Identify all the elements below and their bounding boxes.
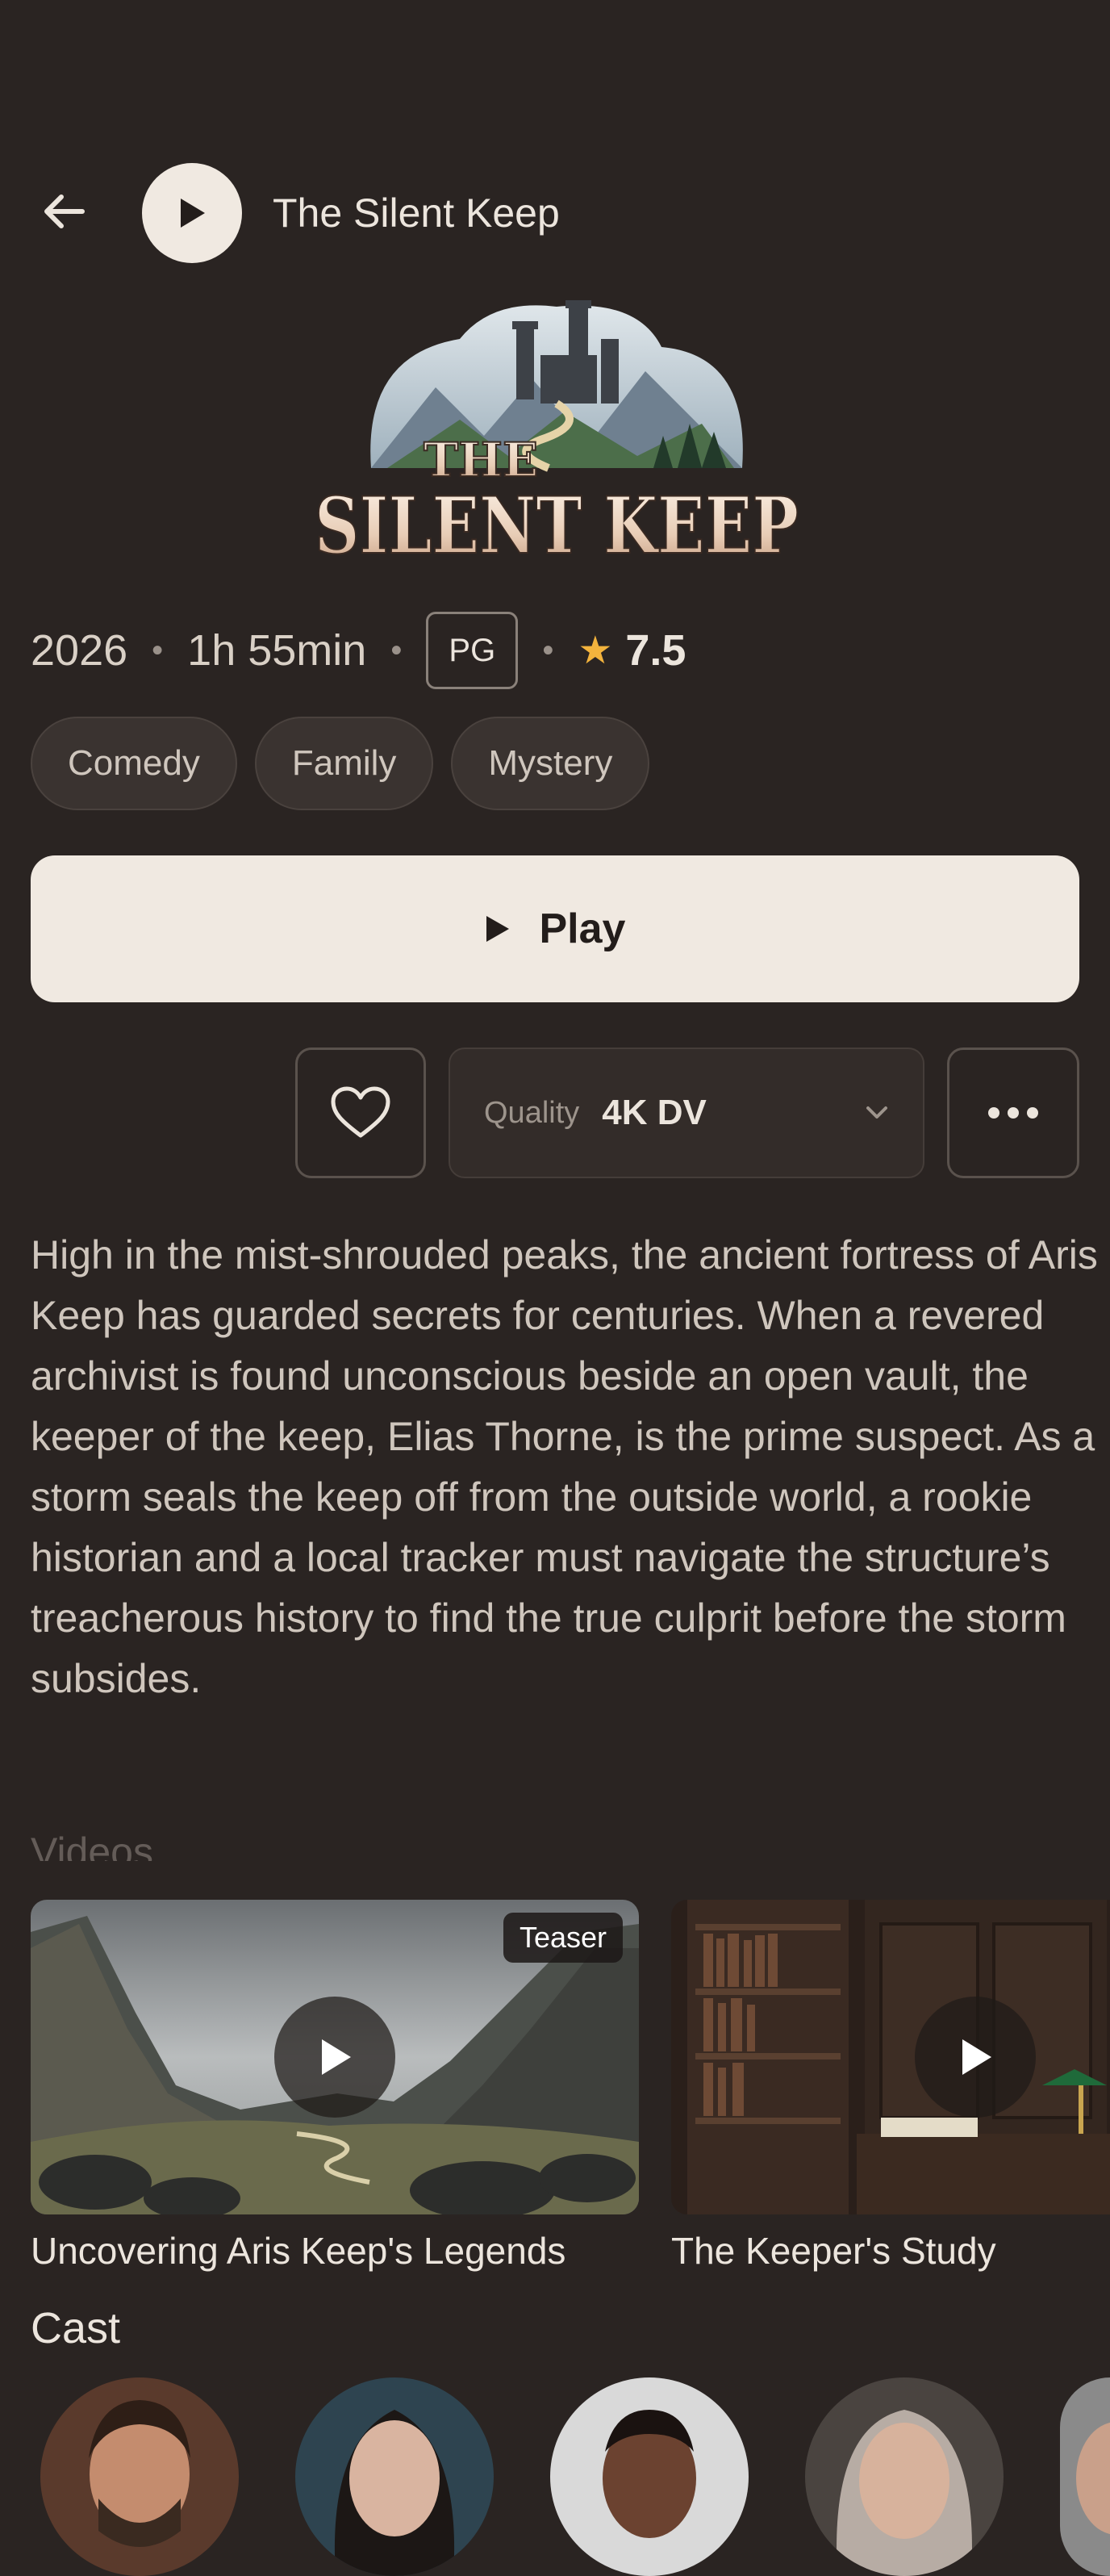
play-button[interactable]: Play <box>31 855 1079 1002</box>
meta-row: 2026 • 1h 55min • PG • ★ 7.5 <box>31 610 686 691</box>
quality-label: Quality <box>484 1095 580 1130</box>
svg-text:THE: THE <box>424 433 538 487</box>
video-thumbnail <box>671 1900 1110 2214</box>
separator-dot: • <box>390 632 403 668</box>
release-year: 2026 <box>31 626 128 675</box>
video-play-button[interactable] <box>274 1997 395 2118</box>
quality-select[interactable]: Quality 4K DV <box>449 1048 924 1178</box>
quality-value: 4K DV <box>602 1093 707 1132</box>
teaser-badge: Teaser <box>503 1913 623 1963</box>
play-button-label: Play <box>539 905 626 952</box>
cast-avatar[interactable] <box>295 2377 494 2576</box>
user-score: 7.5 <box>625 626 686 675</box>
cast-avatar[interactable] <box>550 2377 749 2576</box>
cast-avatar[interactable] <box>1060 2377 1110 2576</box>
cast-avatar[interactable] <box>805 2377 1004 2576</box>
video-title[interactable]: The Keeper's Study <box>671 2229 996 2273</box>
cast-photo <box>550 2377 749 2576</box>
separator-dot: • <box>152 632 164 668</box>
genre-chip-family[interactable]: Family <box>254 717 434 810</box>
arrow-left-icon <box>44 194 85 228</box>
genre-list: Comedy Family Mystery <box>31 717 650 810</box>
more-options-button[interactable] <box>947 1048 1079 1178</box>
star-icon: ★ <box>578 629 613 672</box>
play-icon <box>486 916 509 942</box>
separator-dot: • <box>542 632 554 668</box>
back-button[interactable] <box>32 179 97 244</box>
videos-heading: Videos <box>31 1830 153 1861</box>
content-rating-badge: PG <box>426 612 519 689</box>
play-icon <box>181 199 205 228</box>
genre-chip-mystery[interactable]: Mystery <box>451 717 650 810</box>
cast-heading: Cast <box>31 2304 121 2352</box>
cast-photo <box>40 2377 239 2576</box>
cast-avatar[interactable] <box>40 2377 239 2576</box>
synopsis: High in the mist-shrouded peaks, the anc… <box>31 1232 1098 1701</box>
play-icon <box>962 2039 991 2075</box>
svg-text:SILENT KEEP: SILENT KEEP <box>315 480 799 571</box>
more-horizontal-icon <box>988 1107 1038 1119</box>
title-logo: THE SILENT KEEP <box>314 300 799 572</box>
video-title[interactable]: Uncovering Aris Keep's Legends <box>31 2229 565 2273</box>
video-card-legends[interactable]: Teaser <box>31 1900 639 2214</box>
video-card-study[interactable] <box>671 1900 1110 2214</box>
cast-photo <box>1060 2377 1110 2576</box>
cast-photo <box>295 2377 494 2576</box>
video-play-button[interactable] <box>915 1997 1036 2118</box>
chevron-down-icon <box>866 1106 887 1119</box>
header-play-button[interactable] <box>142 163 242 263</box>
runtime: 1h 55min <box>187 626 367 675</box>
genre-chip-comedy[interactable]: Comedy <box>31 717 237 810</box>
header-title: The Silent Keep <box>273 190 560 236</box>
heart-icon <box>331 1086 390 1138</box>
cast-photo <box>805 2377 1004 2576</box>
play-icon <box>322 2039 351 2075</box>
favorite-button[interactable] <box>295 1048 426 1178</box>
